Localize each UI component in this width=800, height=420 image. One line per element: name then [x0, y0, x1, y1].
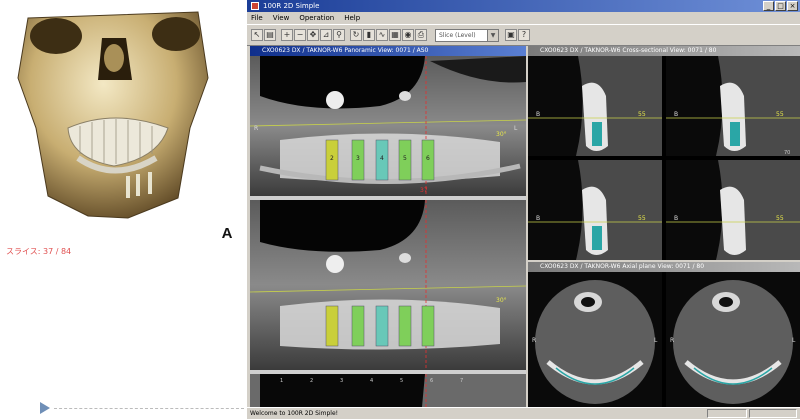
ruler-tick-5: 5: [400, 378, 403, 384]
svg-text:R: R: [532, 337, 536, 344]
cross-section-cell-2: B 55 70: [666, 56, 800, 156]
magnify-icon[interactable]: ⚲: [333, 29, 345, 41]
axial-cell-1: R L: [528, 272, 662, 407]
help-icon[interactable]: ?: [518, 29, 530, 41]
implant-label-2: 3: [356, 155, 360, 162]
pan-angle: 30°: [496, 131, 507, 138]
app-icon: [251, 2, 259, 10]
axial-cell-2: R L: [666, 272, 800, 407]
pointer-tool-icon[interactable]: ↖: [251, 29, 263, 41]
pan-right-marker: R: [254, 125, 258, 132]
ruler-tick-6: 6: [430, 378, 433, 384]
ruler-tick-1: 1: [280, 378, 283, 384]
slice-counter: スライス: 37 / 84: [6, 247, 72, 256]
svg-text:55: 55: [776, 111, 784, 118]
status-bar: Welcome to 100R 2D Simple!: [247, 407, 800, 419]
slice-level-select[interactable]: Slice (Level) ▼: [435, 29, 499, 42]
zoom-in-icon[interactable]: +: [281, 29, 293, 41]
divider: [54, 408, 244, 409]
svg-text:55: 55: [638, 215, 646, 222]
grid-tool-icon[interactable]: ▦: [389, 29, 401, 41]
app-window: 100R 2D Simple _ □ × File View Operation…: [247, 0, 800, 419]
panoramic-view-title: CXO0623 DX / TAKNOR-W6 Panoramic View: 0…: [250, 46, 526, 56]
panoramic-image[interactable]: 2 3 4 5 6 R L 30° 37 30° 1 2 3 4 5 6 7: [250, 56, 526, 407]
print-icon[interactable]: ⎙: [415, 29, 427, 41]
cross-sectional-view-pane[interactable]: CXO0623 DX / TAKNOR-W6 Cross-sectional V…: [528, 46, 800, 260]
status-text: Welcome to 100R 2D Simple!: [250, 410, 339, 417]
status-cell-2: [749, 409, 797, 418]
play-icon[interactable]: [40, 402, 50, 414]
implant-tool-icon[interactable]: ▮: [363, 29, 375, 41]
implant-label-1: 2: [330, 155, 334, 162]
menu-view[interactable]: View: [273, 12, 290, 24]
zoom-out-icon[interactable]: −: [294, 29, 306, 41]
axial-image[interactable]: R L R L: [528, 272, 800, 407]
view-orientation-letter: A: [212, 218, 242, 248]
nerve-tool-icon[interactable]: ∿: [376, 29, 388, 41]
camera-icon[interactable]: ◉: [402, 29, 414, 41]
window-title: 100R 2D Simple: [263, 2, 320, 10]
cross-section-cell-3: B 55: [528, 160, 662, 260]
title-bar[interactable]: 100R 2D Simple _ □ ×: [247, 0, 800, 12]
svg-text:B: B: [536, 111, 540, 118]
svg-text:B: B: [674, 111, 678, 118]
axial-view-title: CXO0623 DX / TAKNOR-W6 Axial plane View:…: [528, 262, 800, 272]
cross-sectional-image[interactable]: B 55 B 55 70 B 55 B 55: [528, 56, 800, 260]
implant-label-5: 6: [426, 155, 430, 162]
svg-text:55: 55: [776, 215, 784, 222]
pan-slice-number: 37: [420, 187, 428, 194]
svg-text:B: B: [536, 215, 540, 222]
toolbar: ↖ ▤ + − ✥ ⊿ ⚲ ↻ ▮ ∿ ▦ ◉ ⎙ Slice (Level) …: [247, 24, 800, 46]
status-cell-1: [707, 409, 747, 418]
svg-text:55: 55: [638, 111, 646, 118]
ruler-tick-7: 7: [460, 378, 463, 384]
menu-bar: File View Operation Help: [247, 12, 800, 24]
save-icon[interactable]: ▣: [505, 29, 517, 41]
svg-text:B: B: [674, 215, 678, 222]
svg-text:R: R: [670, 337, 674, 344]
rotate-icon[interactable]: ↻: [350, 29, 362, 41]
cross-section-cell-4: B 55: [666, 160, 800, 260]
cross-sectional-view-title: CXO0623 DX / TAKNOR-W6 Cross-sectional V…: [528, 46, 800, 56]
menu-operation[interactable]: Operation: [299, 12, 334, 24]
axial-view-pane[interactable]: CXO0623 DX / TAKNOR-W6 Axial plane View:…: [528, 262, 800, 407]
menu-help[interactable]: Help: [344, 12, 360, 24]
pan-tool-icon[interactable]: ✥: [307, 29, 319, 41]
maximize-button[interactable]: □: [775, 1, 786, 11]
left-3d-panel: スライス: 37 / 84 A: [0, 0, 247, 419]
ruler-tick-4: 4: [370, 378, 373, 384]
implant-label-4: 5: [403, 155, 407, 162]
measure-tool-icon[interactable]: ⊿: [320, 29, 332, 41]
svg-text:70: 70: [784, 150, 790, 156]
menu-file[interactable]: File: [251, 12, 263, 24]
implant-label-3: 4: [380, 155, 384, 162]
cross-section-cell-1: B 55: [528, 56, 662, 156]
skull-3d-render[interactable]: [8, 8, 220, 220]
panoramic-view-pane[interactable]: CXO0623 DX / TAKNOR-W6 Panoramic View: 0…: [250, 46, 526, 407]
ruler-tick-3: 3: [340, 378, 343, 384]
ruler-tick-2: 2: [310, 378, 313, 384]
close-button[interactable]: ×: [787, 1, 798, 11]
minimize-button[interactable]: _: [763, 1, 774, 11]
pan-angle-lower: 30°: [496, 297, 507, 304]
open-file-icon[interactable]: ▤: [264, 29, 276, 41]
